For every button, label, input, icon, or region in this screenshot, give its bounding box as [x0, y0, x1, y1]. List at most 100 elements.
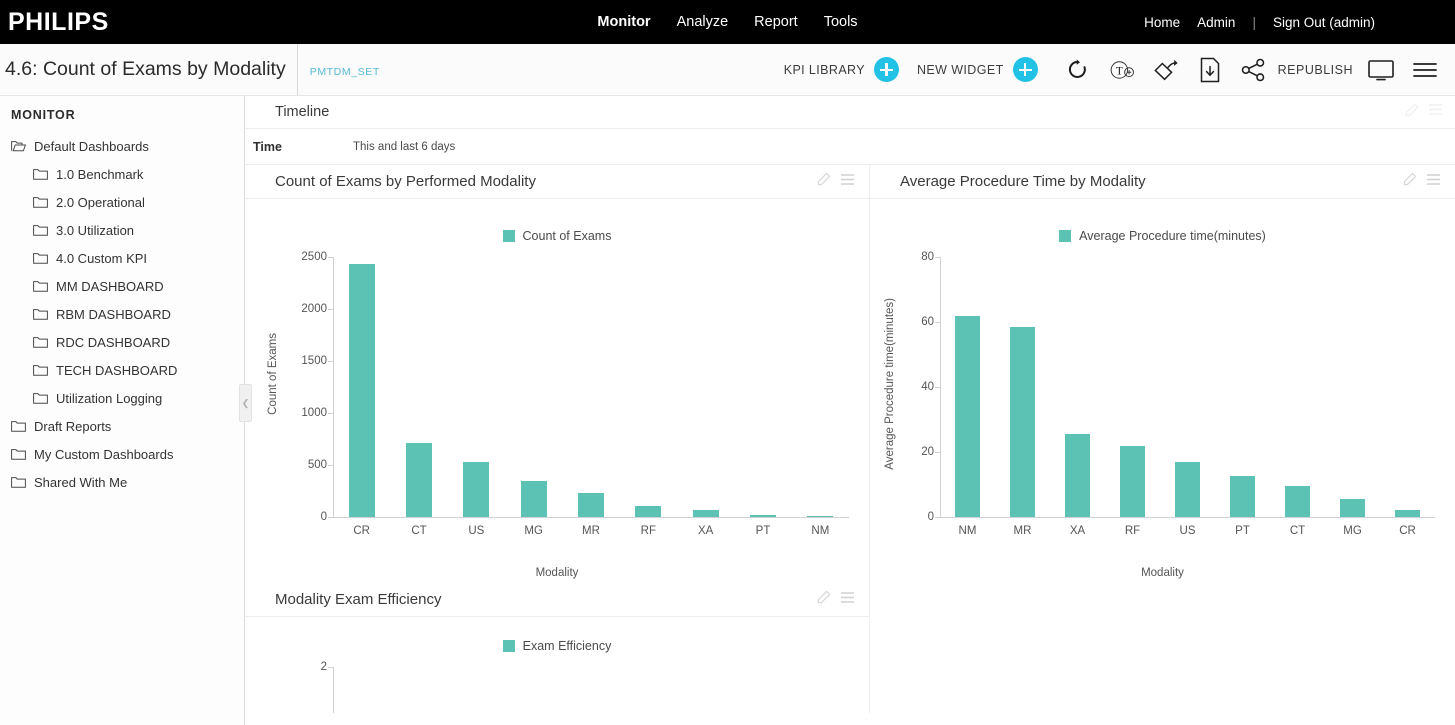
bar[interactable] [463, 462, 489, 517]
bar[interactable] [349, 264, 375, 517]
x-axis-tick: PT [1235, 525, 1250, 537]
bar[interactable] [807, 516, 833, 518]
y-axis-tick: 20 [896, 446, 934, 458]
nav-item-report[interactable]: Report [754, 14, 798, 30]
folder-icon [33, 280, 48, 292]
plus-icon[interactable] [874, 57, 899, 82]
x-axis-tick: MG [524, 525, 543, 537]
add-text-button[interactable]: T [1100, 48, 1144, 92]
sign-out-link[interactable]: Sign Out (admin) [1273, 15, 1375, 30]
sidebar-item-tech-dashboard[interactable]: TECH DASHBOARD [0, 356, 244, 384]
dataset-tag[interactable]: PMTDM_SET [297, 44, 380, 95]
new-widget-button[interactable]: NEW WIDGET [917, 57, 1038, 82]
sidebar-item-label: Draft Reports [34, 419, 111, 434]
x-axis-tick: CT [1290, 525, 1305, 537]
menu-button[interactable] [1403, 48, 1447, 92]
bar[interactable] [635, 506, 661, 517]
share-button[interactable] [1232, 48, 1276, 92]
presentation-button[interactable] [1359, 48, 1403, 92]
sidebar-item-label: 4.0 Custom KPI [56, 251, 147, 266]
widget-menu-icon[interactable] [1426, 173, 1441, 191]
chart-modality-exam-efficiency: Exam Efficiency 2 [245, 617, 869, 713]
sidebar-item-rdc-dashboard[interactable]: RDC DASHBOARD [0, 328, 244, 356]
widget-menu-icon[interactable] [1428, 103, 1443, 121]
bar[interactable] [693, 510, 719, 517]
admin-link[interactable]: Admin [1197, 15, 1235, 30]
plot-area: 2 [245, 653, 869, 713]
bar[interactable] [1010, 327, 1035, 517]
republish-label[interactable]: REPUBLISH [1278, 63, 1353, 77]
sidebar-item-3-0-utilization[interactable]: 3.0 Utilization [0, 216, 244, 244]
sidebar-item-4-0-custom-kpi[interactable]: 4.0 Custom KPI [0, 244, 244, 272]
folder-icon [33, 224, 48, 236]
x-axis-tick: CR [1399, 525, 1416, 537]
folder-icon [11, 448, 26, 460]
x-axis-tick: MG [1343, 525, 1362, 537]
home-link[interactable]: Home [1144, 15, 1180, 30]
svg-text:T: T [1115, 65, 1122, 77]
bar[interactable] [1395, 510, 1420, 517]
bar[interactable] [1340, 499, 1365, 517]
nav-item-tools[interactable]: Tools [824, 14, 858, 30]
bar[interactable] [1065, 434, 1090, 517]
bar[interactable] [1120, 446, 1145, 518]
philips-logo: PHILIPS [0, 8, 109, 37]
annotate-icon [1152, 57, 1180, 83]
nav-item-monitor[interactable]: Monitor [597, 14, 650, 30]
sidebar-item-my-custom-dashboards[interactable]: My Custom Dashboards [0, 440, 244, 468]
legend-label: Count of Exams [523, 229, 612, 243]
x-axis-tick: XA [1070, 525, 1085, 537]
kpi-library-button[interactable]: KPI LIBRARY [784, 57, 899, 82]
sidebar-collapse-handle[interactable]: ❮ [239, 384, 252, 422]
y-axis-title: Average Procedure time(minutes) [884, 298, 896, 470]
plus-icon[interactable] [1013, 57, 1038, 82]
legend-label: Exam Efficiency [523, 639, 612, 653]
edit-icon[interactable] [1403, 172, 1417, 191]
kpi-library-label: KPI LIBRARY [784, 63, 865, 77]
edit-icon[interactable] [1405, 103, 1419, 122]
y-axis-tick: 1500 [289, 355, 327, 367]
account-nav: Home Admin | Sign Out (admin) [1144, 15, 1375, 30]
time-filter-label: Time [253, 140, 353, 154]
bar[interactable] [406, 443, 432, 517]
legend-swatch [503, 230, 515, 242]
bar[interactable] [578, 493, 604, 517]
y-axis-tick: 2500 [289, 251, 327, 263]
widget-average-procedure-time: Average Procedure Time by Modality Avera… [870, 165, 1455, 583]
edit-icon[interactable] [817, 590, 831, 609]
sidebar-item-default-dashboards[interactable]: Default Dashboards [0, 132, 244, 160]
x-axis-tick: MR [1014, 525, 1032, 537]
bar[interactable] [1175, 462, 1200, 517]
sidebar-item-label: Utilization Logging [56, 391, 162, 406]
primary-nav: Monitor Analyze Report Tools [597, 14, 857, 30]
x-axis-tick: RF [641, 525, 656, 537]
folder-icon [33, 168, 48, 180]
sidebar-item-2-0-operational[interactable]: 2.0 Operational [0, 188, 244, 216]
refresh-button[interactable] [1056, 48, 1100, 92]
sidebar-item-rbm-dashboard[interactable]: RBM DASHBOARD [0, 300, 244, 328]
sidebar-item-mm-dashboard[interactable]: MM DASHBOARD [0, 272, 244, 300]
top-navigation-bar: PHILIPS Monitor Analyze Report Tools Hom… [0, 0, 1455, 44]
widget-menu-icon[interactable] [840, 173, 855, 191]
sidebar-item-label: My Custom Dashboards [34, 447, 173, 462]
sidebar-item-draft-reports[interactable]: Draft Reports [0, 412, 244, 440]
annotate-button[interactable] [1144, 48, 1188, 92]
bar[interactable] [521, 481, 547, 517]
nav-item-analyze[interactable]: Analyze [677, 14, 729, 30]
bar[interactable] [1230, 476, 1255, 517]
sidebar-item-utilization-logging[interactable]: Utilization Logging [0, 384, 244, 412]
bar[interactable] [750, 515, 776, 517]
sidebar-item-1-0-benchmark[interactable]: 1.0 Benchmark [0, 160, 244, 188]
edit-icon[interactable] [817, 172, 831, 191]
sidebar-item-shared-with-me[interactable]: Shared With Me [0, 468, 244, 496]
bar[interactable] [955, 316, 980, 518]
bar[interactable] [1285, 486, 1310, 517]
y-axis-tick: 2000 [289, 303, 327, 315]
refresh-icon [1066, 58, 1089, 81]
plot-area: Count of Exams Modality 0500100015002000… [245, 243, 869, 583]
time-filter-value[interactable]: This and last 6 days [353, 141, 455, 153]
main-content: Timeline Time This and last 6 days Count… [245, 96, 1455, 725]
widget-menu-icon[interactable] [840, 591, 855, 609]
folder-icon [33, 308, 48, 320]
download-button[interactable] [1188, 48, 1232, 92]
